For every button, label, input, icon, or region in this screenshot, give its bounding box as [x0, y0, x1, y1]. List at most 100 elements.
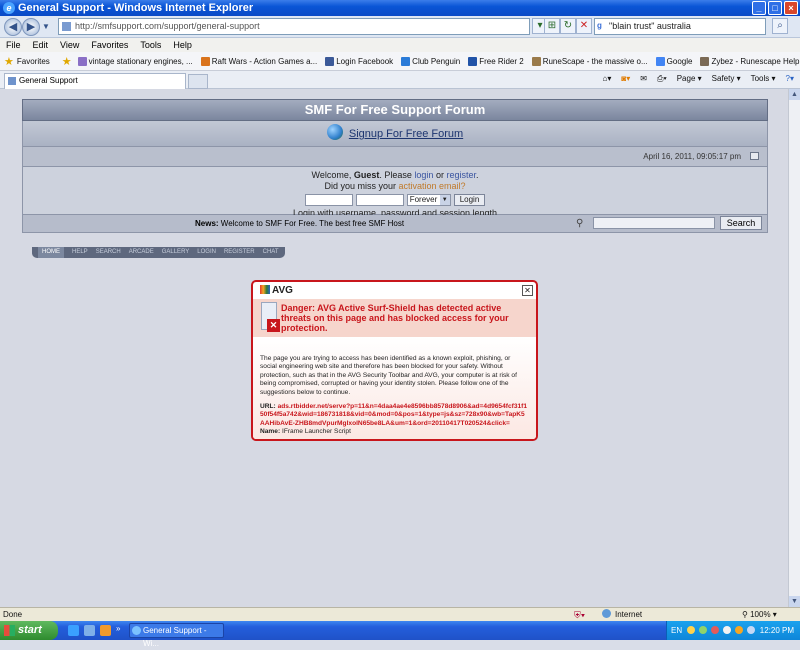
- volume-icon[interactable]: [747, 626, 755, 634]
- current-datetime: April 16, 2011, 09:05:17 pm: [643, 152, 741, 161]
- back-button[interactable]: ◀: [4, 18, 22, 36]
- favorite-link[interactable]: Club Penguin: [401, 56, 461, 66]
- nav-search[interactable]: SEARCH: [96, 247, 121, 258]
- engine-icon: [77, 56, 87, 66]
- favorite-link[interactable]: Raft Wars - Action Games a...: [200, 56, 317, 66]
- home-icon[interactable]: ⌂▾: [603, 71, 612, 87]
- feeds-icon[interactable]: ◙▾: [621, 71, 630, 87]
- close-icon[interactable]: ✕: [522, 285, 533, 296]
- menu-tools[interactable]: Tools: [140, 38, 161, 52]
- login-panel: Welcome, Guest. Please login or register…: [22, 167, 768, 218]
- search-box[interactable]: g "blain trust" australia: [594, 18, 766, 35]
- username-field[interactable]: [304, 194, 353, 206]
- menu-view[interactable]: View: [60, 38, 79, 52]
- help-icon[interactable]: ?▾: [786, 71, 794, 87]
- media-player-icon[interactable]: [100, 625, 111, 636]
- danger-banner: ✕ Danger: AVG Active Surf-Shield has det…: [253, 299, 536, 337]
- tray-icon[interactable]: [735, 626, 743, 634]
- rss-icon[interactable]: ⊞: [544, 18, 560, 34]
- menu-favorites[interactable]: Favorites: [91, 38, 128, 52]
- tab-general-support[interactable]: General Support: [4, 73, 186, 89]
- news-label: News:: [195, 219, 219, 228]
- threat-name: IFrame Launcher Script: [282, 428, 351, 436]
- forum-title: SMF For Free Support Forum: [22, 99, 768, 121]
- chevron-down-icon: ▼: [439, 195, 450, 205]
- taskbar-task-general-support[interactable]: General Support - Wi...: [129, 623, 224, 648]
- add-favorite-icon[interactable]: ★: [62, 55, 72, 68]
- favorites-button[interactable]: ★ Favorites: [0, 55, 50, 68]
- scroll-up-icon[interactable]: ▲: [789, 89, 800, 100]
- welcome-line: Welcome, Guest. Please login or register…: [311, 170, 479, 180]
- favorite-link[interactable]: Login Facebook: [325, 56, 394, 66]
- show-desktop-icon[interactable]: [84, 625, 95, 636]
- address-bar[interactable]: http://smfsupport.com/support/general-su…: [58, 18, 530, 35]
- refresh-icon[interactable]: ↻: [560, 18, 576, 34]
- scroll-down-icon[interactable]: ▼: [789, 596, 800, 607]
- signup-link[interactable]: Signup For Free Forum: [349, 128, 463, 140]
- activation-link[interactable]: activation email?: [398, 181, 465, 191]
- nav-register[interactable]: REGISTER: [224, 247, 255, 258]
- new-tab-button[interactable]: [188, 74, 208, 89]
- nav-gallery[interactable]: GALLERY: [162, 247, 190, 258]
- history-dropdown-icon[interactable]: ▼: [42, 22, 50, 31]
- mail-icon[interactable]: ✉: [640, 71, 647, 87]
- forum-search-input[interactable]: [593, 217, 715, 229]
- collapse-icon[interactable]: [750, 152, 759, 160]
- ie-quicklaunch-icon[interactable]: [68, 625, 79, 636]
- menu-file[interactable]: File: [6, 38, 21, 52]
- forward-button[interactable]: ▶: [22, 18, 40, 36]
- nav-chat[interactable]: CHAT: [263, 247, 279, 258]
- close-window-button[interactable]: ×: [784, 1, 798, 15]
- favorite-link[interactable]: Zybez - Runescape Help, gu...: [700, 56, 800, 66]
- ie-icon: [132, 626, 141, 635]
- safety-menu[interactable]: Safety ▾: [712, 71, 741, 87]
- search-icon: ⚲: [576, 218, 584, 229]
- facebook-icon: [325, 56, 335, 66]
- nav-arcade[interactable]: ARCADE: [129, 247, 154, 258]
- register-link[interactable]: register: [446, 170, 476, 180]
- nav-home[interactable]: HOME: [38, 247, 64, 258]
- forum-search-button[interactable]: Search: [720, 216, 762, 230]
- sword-icon: [531, 56, 541, 66]
- favorite-label: RuneScape - the massive o...: [542, 56, 648, 66]
- favorite-label: Login Facebook: [336, 56, 394, 66]
- login-button[interactable]: Login: [453, 194, 486, 206]
- page-menu[interactable]: Page ▾: [677, 71, 702, 87]
- tab-bar: General Support ⌂▾ ◙▾ ✉ ⎙▾ Page ▾ Safety…: [0, 71, 800, 89]
- menu-bar: File Edit View Favorites Tools Help: [0, 38, 800, 52]
- stop-icon[interactable]: ✕: [576, 18, 592, 34]
- tray-icon[interactable]: [687, 626, 695, 634]
- danger-message: Danger: AVG Active Surf-Shield has detec…: [281, 303, 509, 333]
- favorite-link[interactable]: Google: [655, 56, 692, 66]
- maximize-button[interactable]: □: [768, 1, 782, 15]
- tray-icon[interactable]: [699, 626, 707, 634]
- taskbar: start » General Support - Wi... EN 12:20…: [0, 621, 800, 648]
- quicklaunch-chevron-icon[interactable]: »: [116, 624, 120, 633]
- session-length-select[interactable]: Forever ▼: [406, 194, 451, 206]
- print-icon[interactable]: ⎙▾: [657, 71, 667, 87]
- vertical-scrollbar[interactable]: ▲ ▼: [788, 89, 800, 607]
- menu-help[interactable]: Help: [173, 38, 192, 52]
- ie-icon: e: [3, 2, 15, 14]
- zybez-icon: [700, 56, 710, 66]
- password-field[interactable]: [355, 194, 404, 206]
- avg-logo: AVG: [260, 285, 293, 296]
- tools-menu[interactable]: Tools ▾: [751, 71, 776, 87]
- clock[interactable]: 12:20 PM: [760, 621, 794, 640]
- nav-help[interactable]: HELP: [72, 247, 88, 258]
- minimize-button[interactable]: _: [752, 1, 766, 15]
- search-icon[interactable]: ⌕: [772, 18, 788, 34]
- start-button[interactable]: start: [0, 621, 58, 640]
- language-indicator[interactable]: EN: [671, 621, 682, 640]
- favorite-link[interactable]: RuneScape - the massive o...: [531, 56, 648, 66]
- tray-icon[interactable]: [723, 626, 731, 634]
- favorite-label: Club Penguin: [412, 56, 461, 66]
- menu-edit[interactable]: Edit: [33, 38, 49, 52]
- tray-icon[interactable]: [711, 626, 719, 634]
- favorite-link[interactable]: Free Rider 2: [468, 56, 524, 66]
- zoom-level[interactable]: ⚲ 100% ▾: [742, 608, 777, 621]
- login-link[interactable]: login: [414, 170, 433, 180]
- nav-login[interactable]: LOGIN: [197, 247, 216, 258]
- favorite-link[interactable]: vintage stationary engines, ...: [77, 56, 193, 66]
- favorite-label: Free Rider 2: [479, 56, 524, 66]
